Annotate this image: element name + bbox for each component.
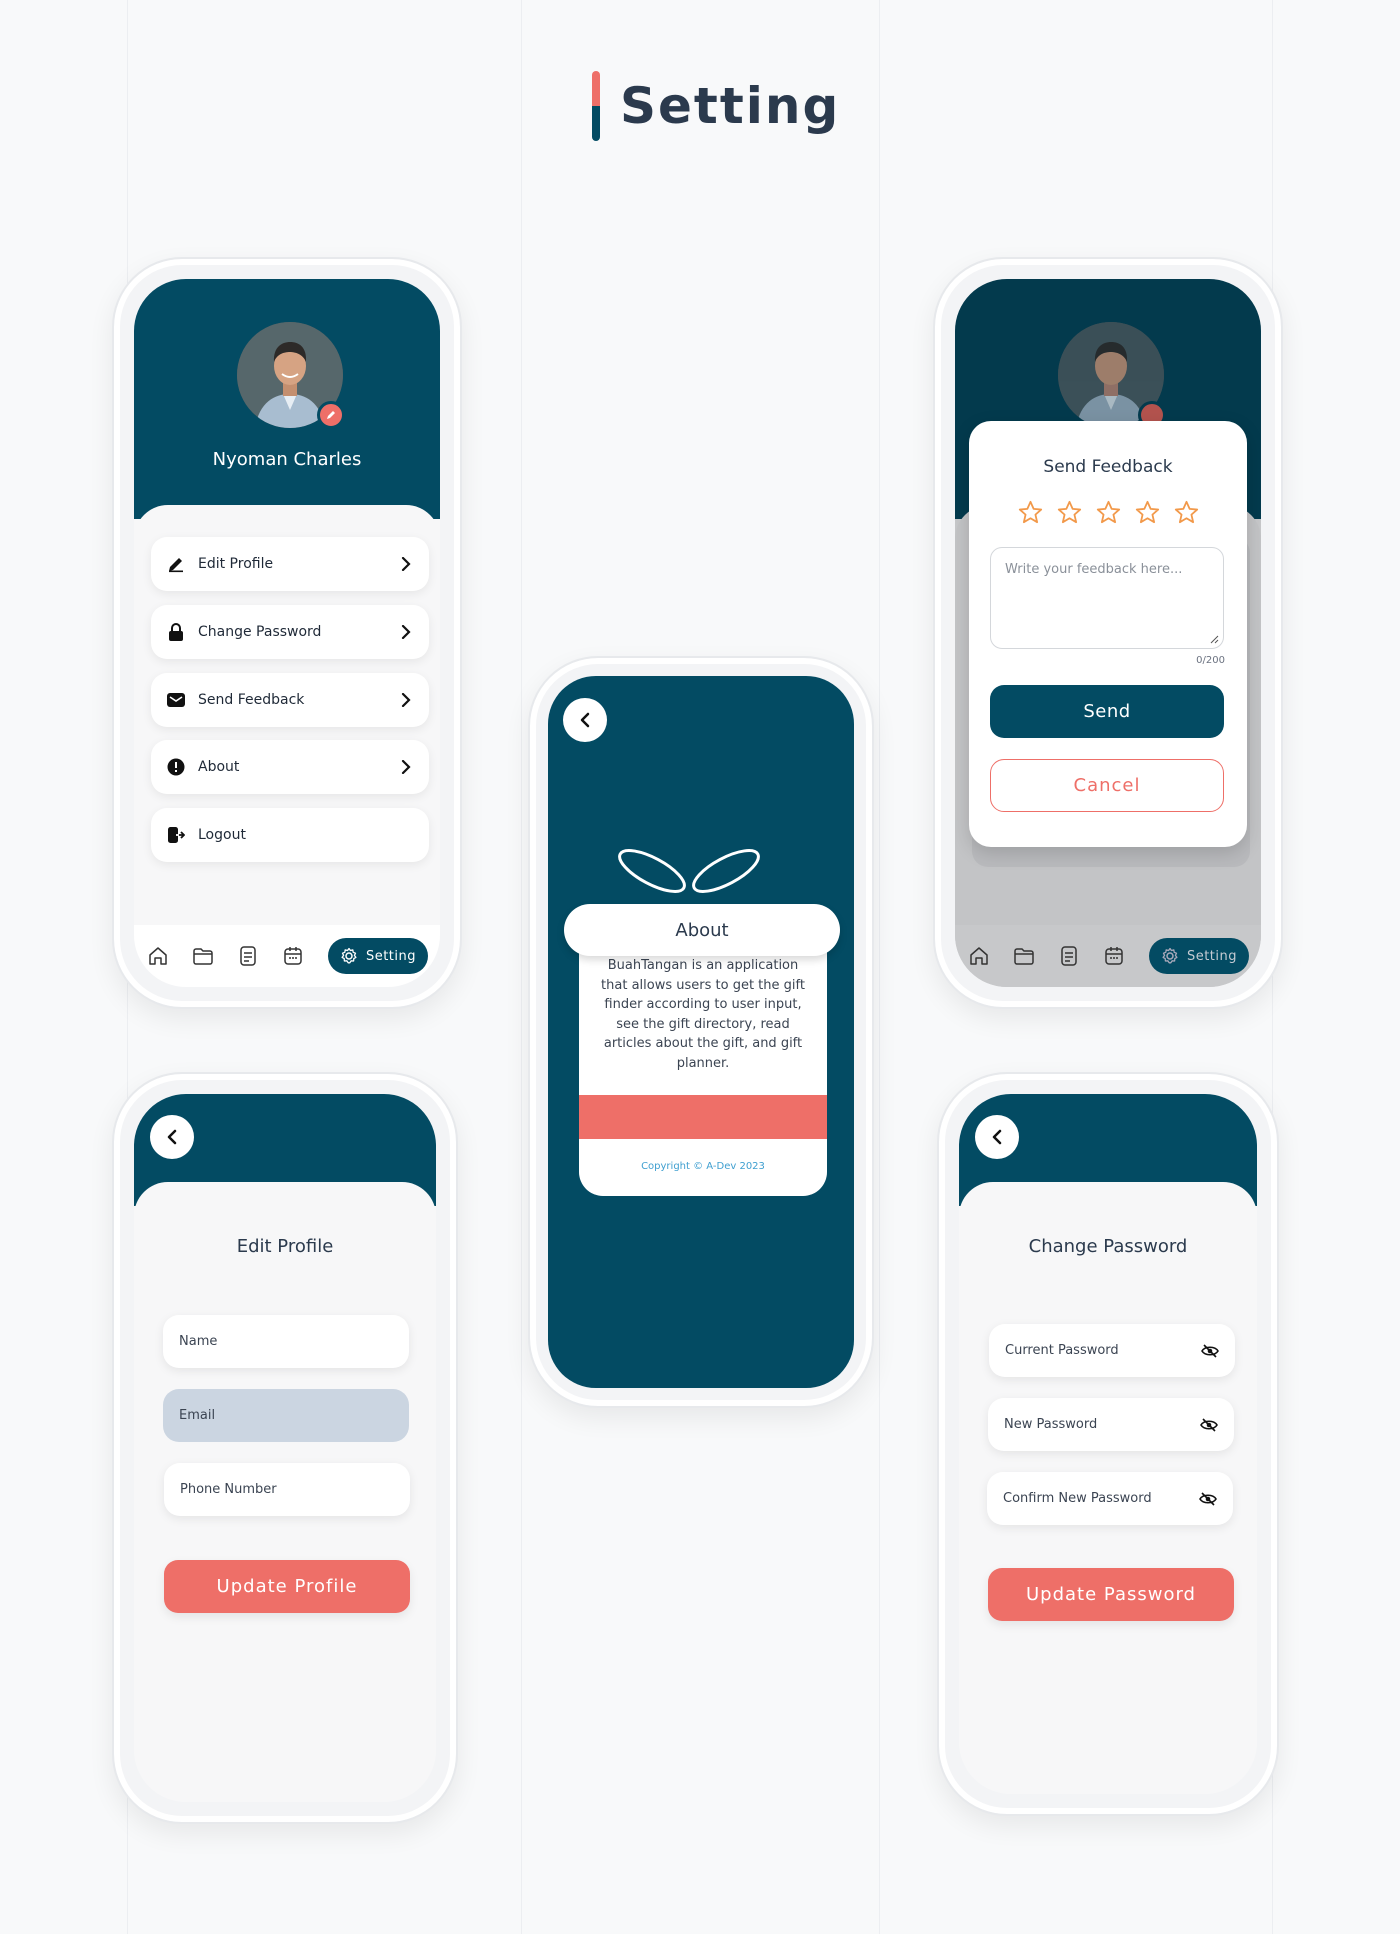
title-accent-bar (592, 71, 600, 141)
gift-ribbon-icon (618, 849, 760, 893)
folder-icon (1012, 943, 1036, 969)
menu-item-label: Edit Profile (198, 556, 274, 572)
star-icon[interactable] (1173, 499, 1200, 526)
form-title: Change Password (1028, 1236, 1188, 1257)
back-button[interactable] (150, 1115, 194, 1159)
tab-label: Setting (1186, 948, 1237, 964)
feedback-modal: Send Feedback Write your feedback here..… (969, 421, 1247, 847)
pencil-icon (327, 411, 335, 419)
document-icon[interactable] (236, 943, 260, 969)
menu-item-about[interactable]: About (151, 740, 429, 794)
tab-setting[interactable]: Setting (327, 938, 428, 974)
copyright-text: Copyright © A-Dev 2023 (641, 1161, 765, 1172)
settings-screen: Nyoman Charles Edit Profile Change Passw… (134, 279, 440, 987)
change-password-phone: Change Password Current Password New Pas… (937, 1072, 1279, 1816)
field-label: New Password (1004, 1417, 1098, 1432)
gear-icon (341, 947, 357, 964)
cancel-button[interactable]: Cancel (990, 759, 1224, 812)
modal-title: Send Feedback (1043, 457, 1173, 477)
chevron-right-icon (399, 625, 413, 639)
star-icon[interactable] (1017, 499, 1044, 526)
chevron-left-icon (580, 712, 590, 728)
menu-item-edit-profile[interactable]: Edit Profile (151, 537, 429, 591)
form-title: Edit Profile (236, 1236, 334, 1257)
update-password-button[interactable]: Update Password (988, 1568, 1234, 1621)
about-phone: About BuahTangan is an application that … (528, 656, 874, 1408)
change-password-screen: Change Password Current Password New Pas… (959, 1094, 1257, 1794)
user-name: Nyoman Charles (212, 449, 362, 470)
resize-handle-icon[interactable] (1209, 634, 1219, 644)
page-title: Setting (620, 77, 841, 135)
menu-item-label: Send Feedback (198, 692, 305, 708)
menu-item-label: Logout (198, 827, 246, 843)
chevron-right-icon (399, 760, 413, 774)
field-label: Confirm New Password (1003, 1491, 1152, 1506)
star-rating (1017, 499, 1200, 526)
tab-setting: Setting (1148, 938, 1249, 974)
grid-line (521, 0, 522, 1934)
folder-icon[interactable] (191, 943, 215, 969)
about-screen: About BuahTangan is an application that … (548, 676, 854, 1388)
chevron-left-icon (167, 1129, 177, 1145)
feedback-screen: Send Feedback Write your feedback here..… (955, 279, 1261, 987)
bottom-tabbar: Setting (134, 925, 440, 987)
star-icon[interactable] (1056, 499, 1083, 526)
field-label: Phone Number (180, 1482, 277, 1497)
star-icon[interactable] (1095, 499, 1122, 526)
menu-item-label: About (198, 759, 240, 775)
calendar-icon[interactable] (281, 943, 305, 969)
email-field: Email (163, 1389, 409, 1442)
edit-profile-screen: Edit Profile Name Email Phone Number Upd… (134, 1094, 436, 1802)
mail-icon (167, 691, 185, 709)
feedback-phone: Send Feedback Write your feedback here..… (933, 257, 1283, 1009)
menu-item-send-feedback[interactable]: Send Feedback (151, 673, 429, 727)
back-button[interactable] (563, 698, 607, 742)
chevron-right-icon (399, 693, 413, 707)
logout-icon (167, 826, 185, 844)
home-icon[interactable] (146, 943, 170, 969)
field-label: Current Password (1005, 1343, 1119, 1358)
eye-off-icon[interactable] (1199, 1490, 1217, 1508)
update-profile-button[interactable]: Update Profile (164, 1560, 410, 1613)
bottom-tabbar: Setting (955, 925, 1261, 987)
page-header: Setting (592, 70, 840, 142)
name-field[interactable]: Name (163, 1315, 409, 1368)
tab-label: Setting (365, 948, 416, 964)
about-title: About (564, 904, 840, 956)
info-icon (167, 758, 185, 776)
back-button[interactable] (975, 1115, 1019, 1159)
menu-item-label: Change Password (198, 624, 322, 640)
about-card: BuahTangan is an application that allows… (579, 930, 827, 1196)
home-icon (967, 943, 991, 969)
field-label: Email (179, 1408, 216, 1423)
star-icon[interactable] (1134, 499, 1161, 526)
pencil-icon (167, 555, 185, 573)
about-card-band (579, 1095, 827, 1139)
phone-number-field[interactable]: Phone Number (164, 1463, 410, 1516)
char-counter: 0/200 (1196, 655, 1225, 666)
field-label: Name (179, 1334, 218, 1349)
lock-icon (167, 623, 185, 641)
document-icon (1057, 943, 1081, 969)
edit-avatar-button[interactable] (317, 401, 345, 429)
new-password-field[interactable]: New Password (988, 1398, 1234, 1451)
grid-line (879, 0, 880, 1934)
menu-item-change-password[interactable]: Change Password (151, 605, 429, 659)
settings-phone: Nyoman Charles Edit Profile Change Passw… (112, 257, 462, 1009)
send-button[interactable]: Send (990, 685, 1224, 738)
eye-off-icon[interactable] (1200, 1416, 1218, 1434)
chevron-right-icon (399, 557, 413, 571)
calendar-icon (1102, 943, 1126, 969)
edit-profile-phone: Edit Profile Name Email Phone Number Upd… (112, 1072, 458, 1824)
chevron-left-icon (992, 1129, 1002, 1145)
confirm-new-password-field[interactable]: Confirm New Password (987, 1472, 1233, 1525)
feedback-placeholder: Write your feedback here... (1005, 562, 1183, 577)
current-password-field[interactable]: Current Password (989, 1324, 1235, 1377)
menu-item-logout[interactable]: Logout (151, 808, 429, 862)
gear-icon (1162, 947, 1178, 964)
feedback-input[interactable]: Write your feedback here... (990, 547, 1224, 649)
eye-off-icon[interactable] (1201, 1342, 1219, 1360)
